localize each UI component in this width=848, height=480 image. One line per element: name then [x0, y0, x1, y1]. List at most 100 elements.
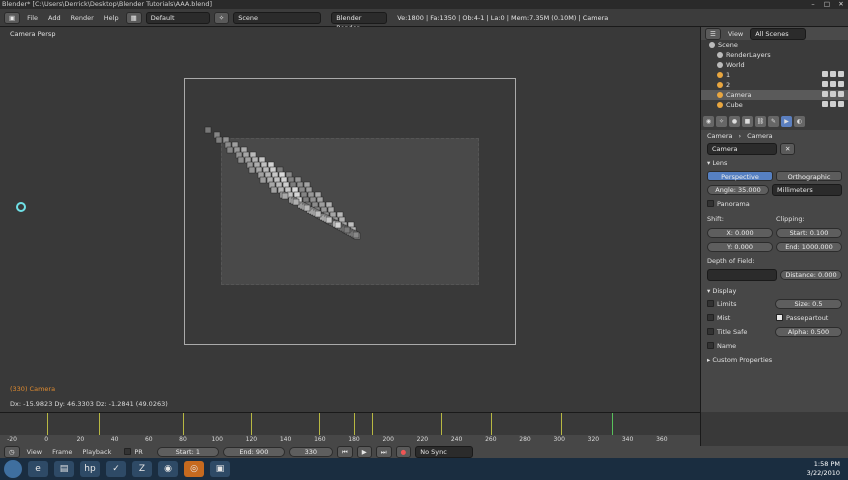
preview-range-toggle[interactable]: PR: [124, 448, 143, 456]
maximize-button[interactable]: □: [820, 0, 834, 9]
cube-mesh[interactable]: [292, 198, 300, 206]
cube-mesh[interactable]: [281, 192, 289, 200]
select-arrow-icon[interactable]: [830, 81, 836, 87]
select-arrow-icon[interactable]: [830, 91, 836, 97]
media-icon[interactable]: ◉: [158, 461, 178, 477]
outliner-item-cube[interactable]: Cube: [701, 100, 848, 110]
dof-distance-field[interactable]: Distance: 0.000: [780, 270, 842, 280]
panorama-checkbox[interactable]: Panorama: [707, 200, 750, 208]
cube-mesh[interactable]: [303, 204, 311, 212]
3d-viewport[interactable]: Camera Persp (330) Camera Dx: -15.9823 D…: [0, 27, 700, 412]
mist-checkbox[interactable]: Mist: [707, 314, 773, 322]
outliner-filter-select[interactable]: All Scenes: [750, 27, 807, 40]
blender-icon[interactable]: ◎: [184, 461, 204, 477]
screen-layout-field[interactable]: Default: [145, 11, 210, 24]
limits-checkbox[interactable]: Limits: [707, 300, 772, 308]
timeline-view-menu[interactable]: View: [24, 448, 45, 456]
outliner-editor-icon[interactable]: ☰: [705, 27, 721, 40]
current-frame-field[interactable]: 330: [288, 447, 333, 457]
world-tab-icon[interactable]: ●: [729, 116, 740, 127]
cube-mesh[interactable]: [215, 136, 223, 144]
custom-properties-header[interactable]: ▸ Custom Properties: [701, 354, 848, 367]
select-arrow-icon[interactable]: [830, 71, 836, 77]
perspective-button[interactable]: Perspective: [707, 171, 773, 181]
window-icon[interactable]: ▣: [210, 461, 230, 477]
timeline-playback-menu[interactable]: Playback: [79, 448, 114, 456]
name-checkbox[interactable]: Name: [707, 342, 842, 350]
visibility-eye-icon[interactable]: [822, 81, 828, 87]
breadcrumb-object[interactable]: Camera: [707, 130, 733, 143]
clip-end-field[interactable]: End: 1000.000: [776, 242, 842, 252]
play-icon[interactable]: ▶: [356, 446, 372, 458]
orthographic-button[interactable]: Orthographic: [776, 171, 842, 181]
timeline-frame-menu[interactable]: Frame: [49, 448, 75, 456]
scene-field[interactable]: Scene: [233, 11, 322, 24]
cube-mesh[interactable]: [237, 156, 245, 164]
outliner-view-menu[interactable]: View: [725, 30, 746, 38]
visibility-eye-icon[interactable]: [822, 101, 828, 107]
menu-render[interactable]: Render: [68, 14, 97, 22]
cube-mesh[interactable]: [226, 146, 234, 154]
start-frame-field[interactable]: Start: 1: [156, 447, 219, 457]
ie-icon[interactable]: e: [28, 461, 48, 477]
hp-icon[interactable]: hp: [80, 461, 100, 477]
select-arrow-icon[interactable]: [830, 101, 836, 107]
end-frame-field[interactable]: End: 900: [222, 447, 285, 457]
scene-tab-icon[interactable]: ✧: [716, 116, 727, 127]
render-camera-icon[interactable]: [838, 71, 844, 77]
cube-mesh[interactable]: [204, 126, 212, 134]
dof-object-field[interactable]: [707, 269, 777, 281]
outliner-item-renderlayers[interactable]: RenderLayers: [701, 50, 848, 60]
outliner-item-1[interactable]: 1: [701, 70, 848, 80]
object-tab-icon[interactable]: ■: [742, 116, 753, 127]
shift-y-field[interactable]: Y: 0.000: [707, 242, 773, 252]
lens-panel-header[interactable]: ▾ Lens: [701, 157, 848, 170]
jump-end-icon[interactable]: ⏭: [375, 446, 392, 458]
breadcrumb-data[interactable]: Camera: [747, 130, 773, 143]
3d-cursor-icon[interactable]: [16, 202, 26, 212]
visibility-eye-icon[interactable]: [822, 71, 828, 77]
constraints-tab-icon[interactable]: ⛓: [755, 116, 766, 127]
scene-icon[interactable]: ✧: [213, 11, 230, 24]
title-safe-checkbox[interactable]: Title Safe: [707, 328, 772, 336]
cube-mesh[interactable]: [270, 186, 278, 194]
display-panel-header[interactable]: ▾ Display: [701, 285, 848, 298]
camera-datablock-field[interactable]: Camera: [707, 143, 777, 155]
explorer-icon[interactable]: ▤: [54, 461, 74, 477]
timeline[interactable]: -20 0 20 40 60 80 100 120 140 160 180 200 220 240 260 2…: [0, 412, 700, 447]
cube-mesh[interactable]: [248, 166, 256, 174]
unlink-datablock-button[interactable]: ✕: [780, 143, 796, 155]
menu-help[interactable]: Help: [101, 14, 122, 22]
system-clock[interactable]: 1:58 PM 3/22/2010: [807, 460, 840, 478]
app-icon[interactable]: ✓: [106, 461, 126, 477]
outliner-item-world[interactable]: World: [701, 60, 848, 70]
zbrush-icon[interactable]: Z: [132, 461, 152, 477]
minimize-button[interactable]: –: [806, 0, 820, 9]
render-tab-icon[interactable]: ◉: [703, 116, 714, 127]
physics-tab-icon[interactable]: ◐: [794, 116, 805, 127]
passepartout-alpha-field[interactable]: Alpha: 0.500: [775, 327, 842, 337]
start-button-icon[interactable]: [4, 460, 22, 478]
editor-type-icon[interactable]: ▣: [4, 11, 21, 24]
timeline-editor-icon[interactable]: ◷: [4, 446, 20, 458]
modifiers-tab-icon[interactable]: ✎: [768, 116, 779, 127]
cube-mesh[interactable]: [343, 226, 351, 234]
record-icon[interactable]: ●: [395, 446, 412, 458]
close-button[interactable]: ✕: [834, 0, 848, 9]
cube-mesh[interactable]: [314, 210, 322, 218]
outliner-item-camera[interactable]: Camera: [701, 90, 848, 100]
display-size-field[interactable]: Size: 0.5: [775, 299, 842, 309]
passepartout-checkbox[interactable]: Passepartout: [776, 314, 842, 322]
outliner-item-scene[interactable]: Scene: [701, 40, 848, 50]
menu-file[interactable]: File: [24, 14, 41, 22]
render-engine-select[interactable]: Blender Render: [331, 11, 388, 32]
render-camera-icon[interactable]: [838, 91, 844, 97]
menu-add[interactable]: Add: [45, 14, 64, 22]
cube-mesh[interactable]: [334, 221, 342, 229]
jump-start-icon[interactable]: ⏮: [336, 446, 353, 458]
current-frame-line[interactable]: [612, 413, 613, 435]
sync-mode-select[interactable]: No Sync: [415, 446, 474, 458]
lens-unit-select[interactable]: Millimeters: [772, 184, 842, 196]
render-camera-icon[interactable]: [838, 81, 844, 87]
cube-mesh[interactable]: [352, 231, 360, 239]
